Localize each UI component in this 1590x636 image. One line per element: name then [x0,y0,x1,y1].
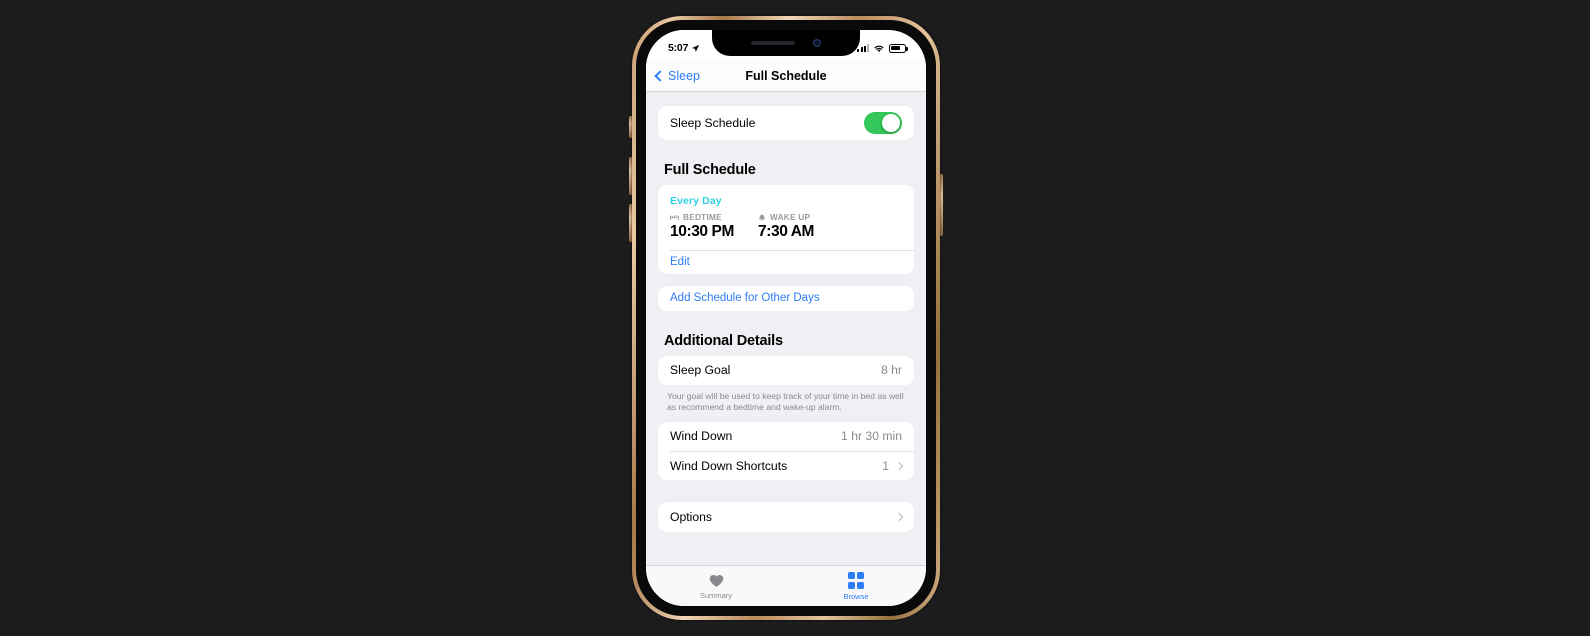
wind-down-shortcuts-row[interactable]: Wind Down Shortcuts 1 [658,451,914,480]
additional-details-section-title: Additional Details [664,332,783,349]
earpiece-speaker-icon [751,41,795,45]
schedule-card: Every Day BEDTIME 10:30 PM WAKE UP 7:30 … [658,185,914,274]
sleep-goal-footnote: Your goal will be used to keep track of … [667,390,904,413]
chevron-left-icon [654,69,666,82]
chevron-right-icon [894,461,904,470]
tab-browse-label: Browse [843,591,869,601]
notch [712,30,860,56]
wakeup-caption-row: WAKE UP [758,213,846,222]
wind-down-shortcuts-right: 1 [882,458,904,473]
add-schedule-row[interactable]: Add Schedule for Other Days [658,286,914,311]
full-schedule-section-title: Full Schedule [664,162,756,178]
tab-summary-label: Summary [699,590,733,600]
options-label: Options [670,510,713,525]
grid-icon [847,572,865,589]
schedule-summary[interactable]: Every Day BEDTIME 10:30 PM WAKE UP 7:30 … [658,185,914,250]
bed-icon [670,215,679,221]
options-card: Options [658,502,914,533]
phone-frame: 5:07 Sleep Full Schedule Sleep Schedule … [632,16,940,620]
wakeup-value: 7:30 AM [758,223,815,240]
sleep-schedule-label: Sleep Schedule [670,116,756,130]
status-bar-left: 5:07 [668,42,700,54]
edit-schedule-row[interactable]: Edit [658,251,914,274]
location-arrow-icon [692,44,700,52]
bedtime-column: BEDTIME 10:30 PM [670,213,758,241]
options-row[interactable]: Options [658,502,914,532]
wifi-icon [874,45,884,52]
wind-down-row[interactable]: Wind Down 1 hr 30 min [658,422,914,451]
heart-icon [709,574,723,587]
sleep-goal-card: Sleep Goal 8 hr [658,355,914,385]
wind-down-card: Wind Down 1 hr 30 min Wind Down Shortcut… [658,421,914,481]
add-schedule-card: Add Schedule for Other Days [658,285,914,311]
wakeup-column: WAKE UP 7:30 AM [758,213,846,241]
front-camera-icon [813,39,821,47]
battery-icon [889,43,908,53]
phone-bezel: 5:07 Sleep Full Schedule Sleep Schedule … [636,20,936,616]
bedtime-caption-row: BEDTIME [670,213,758,222]
wakeup-caption: WAKE UP [770,213,811,222]
sleep-goal-label: Sleep Goal [670,363,731,377]
sleep-schedule-toggle[interactable] [864,112,902,134]
sleep-goal-row[interactable]: Sleep Goal 8 hr [658,356,914,385]
chevron-right-icon [894,512,904,522]
back-button[interactable]: Sleep [654,68,700,83]
phone-screen: 5:07 Sleep Full Schedule Sleep Schedule … [646,30,926,606]
wind-down-label: Wind Down [670,429,733,444]
toggle-knob [881,113,901,133]
back-button-label: Sleep [668,68,700,83]
tab-bar: Summary Browse [646,565,926,606]
sleep-schedule-card: Sleep Schedule [658,106,914,140]
scroll-content[interactable]: Sleep Schedule Full Schedule Every Day B… [646,92,926,565]
screenshot-stage: 5:07 Sleep Full Schedule Sleep Schedule … [0,0,1590,636]
tab-browse[interactable]: Browse [786,566,926,606]
tab-summary[interactable]: Summary [646,566,786,606]
edit-schedule-link[interactable]: Edit [670,256,690,268]
sleep-goal-value: 8 hr [880,363,902,377]
status-bar-time: 5:07 [668,42,689,54]
wind-down-shortcuts-label: Wind Down Shortcuts [670,458,788,473]
schedule-times: BEDTIME 10:30 PM WAKE UP 7:30 AM [670,213,902,241]
status-bar-right [857,43,908,53]
navigation-bar: Sleep Full Schedule [646,60,926,92]
bell-icon [759,214,765,221]
schedule-day-label: Every Day [670,195,722,207]
bedtime-caption: BEDTIME [683,213,722,222]
wind-down-shortcuts-value: 1 [882,458,889,473]
cellular-signal-icon [857,44,869,52]
bedtime-value: 10:30 PM [670,223,734,240]
sleep-schedule-row[interactable]: Sleep Schedule [658,106,914,140]
add-schedule-link[interactable]: Add Schedule for Other Days [670,292,820,304]
wind-down-value: 1 hr 30 min [841,429,902,444]
